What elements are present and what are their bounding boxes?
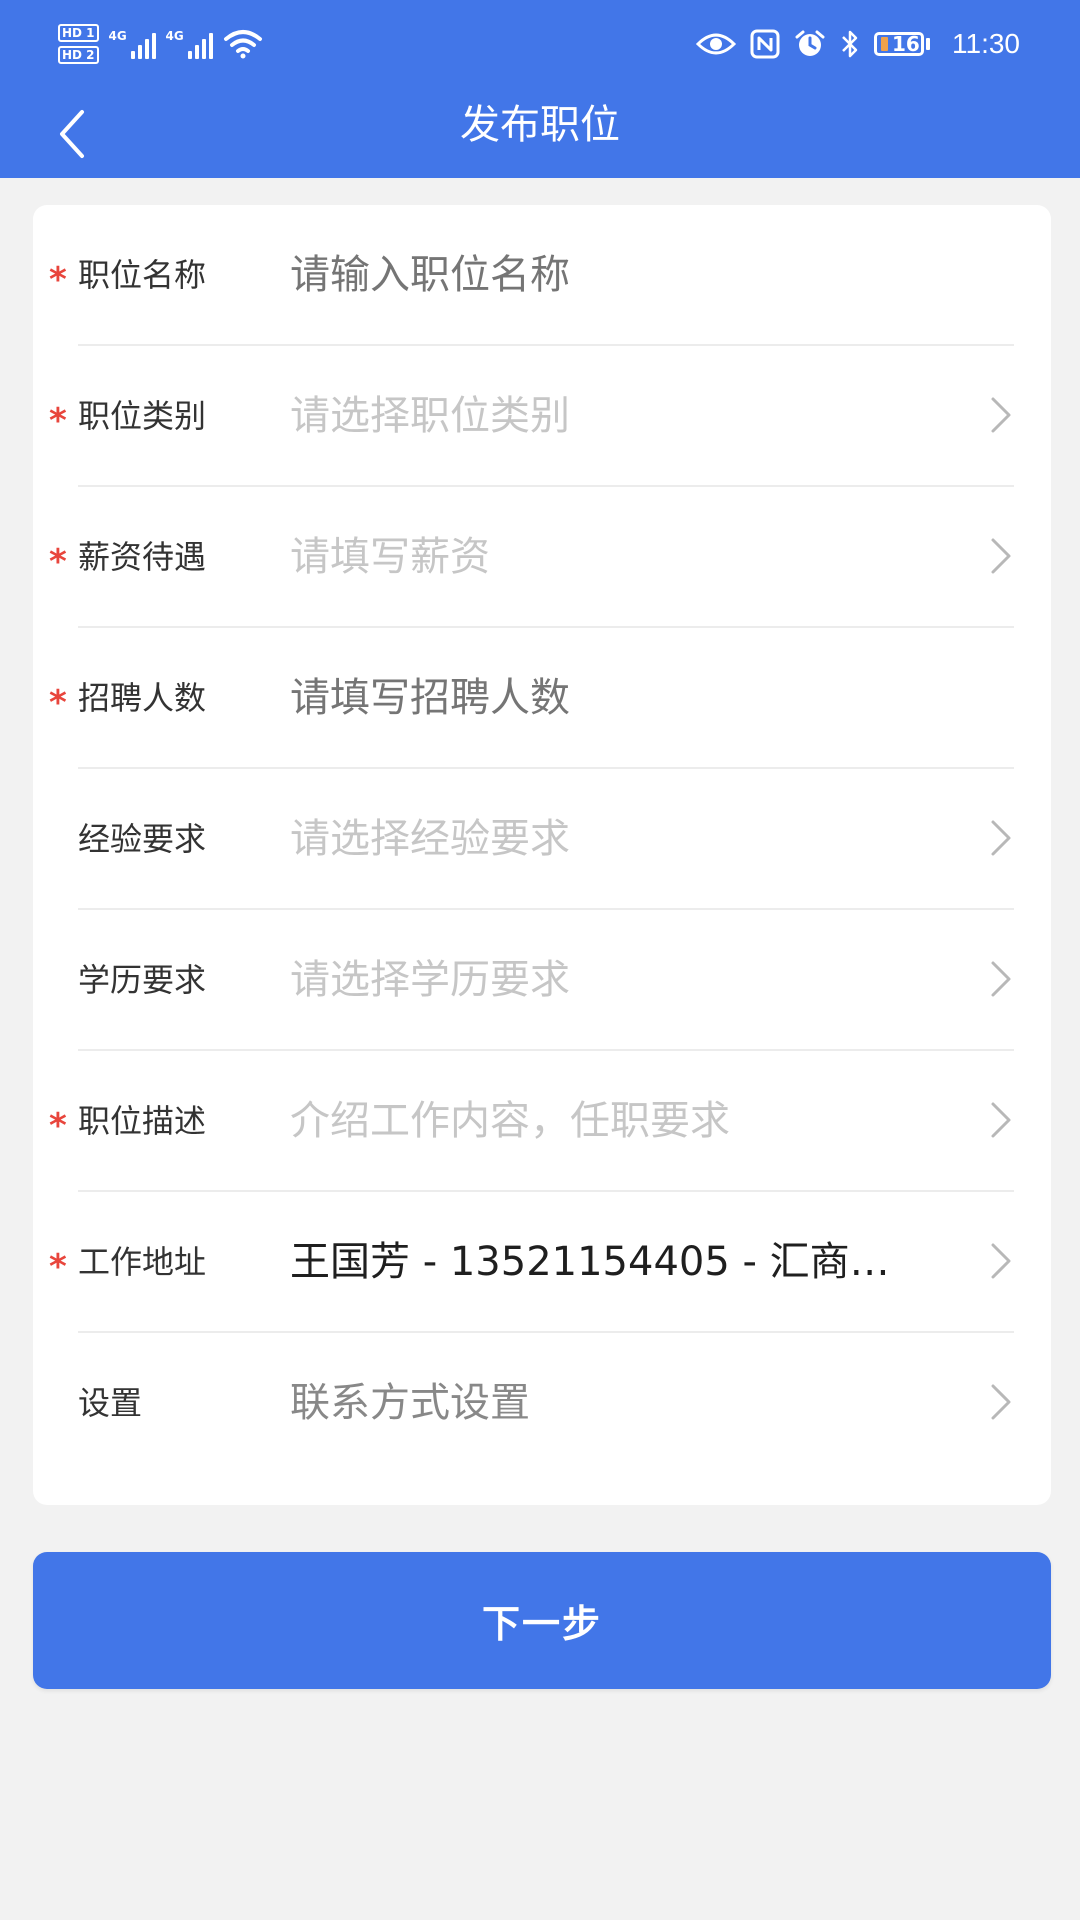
- battery-level: 16: [892, 32, 920, 56]
- form-row-settings[interactable]: 设置 联系方式设置: [33, 1333, 1051, 1474]
- required-mark: *: [49, 541, 67, 582]
- chevron-right-icon: [991, 961, 1011, 996]
- required-mark: *: [49, 1246, 67, 1287]
- experience-select[interactable]: 请选择经验要求: [290, 769, 1040, 910]
- field-label: 职位类别: [78, 397, 207, 435]
- form-row-salary[interactable]: * 薪资待遇 请填写薪资: [33, 487, 1051, 628]
- chevron-right-icon: [991, 1243, 1011, 1278]
- network-type-label: 4G: [108, 29, 127, 43]
- salary-select[interactable]: 请填写薪资: [290, 487, 1040, 628]
- job-description-select[interactable]: 介绍工作内容，任职要求: [290, 1051, 1040, 1192]
- job-title-input[interactable]: [290, 205, 1040, 346]
- status-right: 16 11:30: [696, 22, 1020, 66]
- bluetooth-icon: [840, 29, 860, 59]
- field-label: 经验要求: [78, 820, 207, 858]
- chevron-right-icon: [991, 1102, 1011, 1137]
- nfc-icon: [750, 29, 780, 59]
- chevron-right-icon: [991, 1384, 1011, 1419]
- contact-settings-value[interactable]: 联系方式设置: [290, 1333, 1040, 1474]
- nav-bar: 发布职位: [0, 90, 1080, 178]
- job-category-select[interactable]: 请选择职位类别: [290, 346, 1040, 487]
- next-step-button[interactable]: 下一步: [33, 1552, 1051, 1689]
- chevron-right-icon: [991, 397, 1011, 432]
- clock: 11:30: [952, 28, 1020, 59]
- alarm-icon: [794, 29, 826, 59]
- form-row-work-address[interactable]: * 工作地址 王国芳 - 13521154405 - 汇商…: [33, 1192, 1051, 1333]
- chevron-right-icon: [991, 820, 1011, 855]
- field-label: 招聘人数: [78, 679, 207, 717]
- form-row-experience[interactable]: 经验要求 请选择经验要求: [33, 769, 1051, 910]
- status-bar: HD 1 HD 2 4G 4G 16 11:30: [0, 0, 1080, 90]
- required-mark: *: [49, 682, 67, 723]
- form-row-headcount: * 招聘人数: [33, 628, 1051, 769]
- signal-strength-icon: 4G: [166, 29, 213, 59]
- network-type-label: 4G: [165, 29, 184, 43]
- form-row-education[interactable]: 学历要求 请选择学历要求: [33, 910, 1051, 1051]
- hd1-badge: HD 1: [58, 24, 99, 42]
- required-mark: *: [49, 1105, 67, 1146]
- battery-icon: 16: [874, 32, 930, 56]
- hd2-badge: HD 2: [58, 46, 99, 64]
- field-label: 职位名称: [78, 256, 207, 294]
- education-select[interactable]: 请选择学历要求: [290, 910, 1040, 1051]
- hd-indicators: HD 1 HD 2: [58, 24, 99, 64]
- form-row-job-title: * 职位名称: [33, 205, 1051, 346]
- field-label: 工作地址: [78, 1243, 207, 1281]
- work-address-value[interactable]: 王国芳 - 13521154405 - 汇商…: [290, 1192, 1040, 1333]
- app-header: HD 1 HD 2 4G 4G 16 11:30 发布职位: [0, 0, 1080, 178]
- form-row-job-description[interactable]: * 职位描述 介绍工作内容，任职要求: [33, 1051, 1051, 1192]
- required-mark: *: [49, 259, 67, 300]
- required-mark: *: [49, 400, 67, 441]
- field-label: 薪资待遇: [78, 538, 207, 576]
- form-row-job-category[interactable]: * 职位类别 请选择职位类别: [33, 346, 1051, 487]
- eye-comfort-icon: [696, 32, 736, 56]
- status-left: HD 1 HD 2 4G 4G: [58, 18, 263, 70]
- signal-strength-icon: 4G: [109, 29, 156, 59]
- chevron-right-icon: [991, 538, 1011, 573]
- page-title: 发布职位: [460, 102, 620, 148]
- field-label: 职位描述: [78, 1102, 207, 1140]
- wifi-icon: [223, 29, 263, 59]
- field-label: 学历要求: [78, 961, 207, 999]
- headcount-input[interactable]: [290, 628, 1040, 769]
- job-form-card: * 职位名称 * 职位类别 请选择职位类别 * 薪资待遇 请填写薪资 * 招聘人…: [33, 205, 1051, 1505]
- field-label: 设置: [78, 1384, 143, 1422]
